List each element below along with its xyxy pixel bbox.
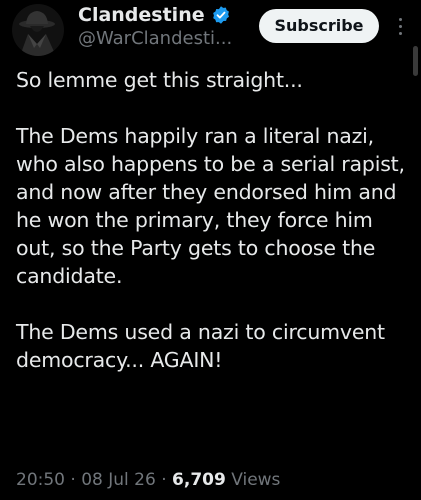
scrollbar-thumb[interactable]: [413, 46, 418, 76]
tweet-paragraph: So lemme get this straight...: [16, 68, 303, 92]
avatar[interactable]: [12, 4, 64, 56]
meta-separator: ·: [70, 470, 76, 490]
meta-separator: ·: [161, 470, 167, 490]
more-vertical-icon[interactable]: [393, 12, 407, 40]
tweet-text: So lemme get this straight... The Dems h…: [16, 66, 411, 374]
tweet-meta: 20:50 · 08 Jul 26 · 6,709 Views: [16, 470, 280, 490]
more-dot: [398, 17, 402, 21]
tweet-time[interactable]: 20:50: [16, 470, 65, 490]
avatar-image: [12, 4, 64, 56]
tweet-paragraph: The Dems happily ran a literal nazi, who…: [16, 124, 405, 288]
handle[interactable]: @WarClandesti...: [78, 28, 232, 49]
display-name[interactable]: Clandestine: [78, 4, 205, 26]
verified-badge-icon: [211, 5, 231, 25]
views-count: 6,709: [172, 470, 226, 490]
tweet-paragraph: The Dems used a nazi to circumvent democ…: [16, 320, 385, 372]
tweet-header: Clandestine @WarClandesti... Subscribe: [0, 0, 421, 60]
tweet-date[interactable]: 08 Jul 26: [81, 470, 156, 490]
more-dot: [398, 24, 402, 28]
name-row: Clandestine: [78, 2, 231, 28]
views-label: Views: [231, 470, 281, 490]
more-dot: [398, 31, 402, 35]
subscribe-button[interactable]: Subscribe: [259, 9, 379, 43]
